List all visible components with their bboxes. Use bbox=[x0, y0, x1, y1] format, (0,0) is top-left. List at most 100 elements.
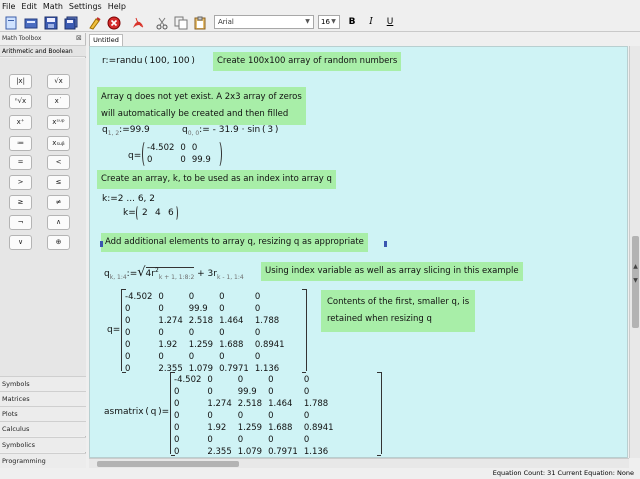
greater-than-button[interactable]: > bbox=[9, 175, 32, 190]
matrix-cell: 0 bbox=[207, 375, 213, 385]
matrix-cell: 0 bbox=[180, 143, 186, 153]
note-contents-line1: Contents of the first, smaller q, is bbox=[327, 297, 470, 307]
menu-help[interactable]: Help bbox=[108, 2, 126, 11]
matrix-cell: 0 bbox=[268, 375, 274, 385]
vertical-scrollbar[interactable]: ▲ ▼ bbox=[629, 46, 640, 458]
section-symbols[interactable]: Symbols bbox=[0, 376, 86, 391]
xor-button[interactable]: ⊕ bbox=[47, 235, 70, 250]
k-definition[interactable]: k:=2 ... 6, 2 bbox=[102, 194, 155, 204]
matrix-cell: 0 bbox=[219, 304, 225, 314]
horizontal-scroll-thumb[interactable] bbox=[97, 461, 239, 467]
stop-icon[interactable] bbox=[106, 15, 122, 30]
conjugate-button[interactable]: x˙ bbox=[47, 94, 70, 109]
matrix-cell: 0 bbox=[147, 155, 153, 165]
superscript-button[interactable]: xˢᵘᵖ bbox=[47, 115, 70, 130]
transpose-button[interactable]: x⁺ bbox=[9, 115, 32, 130]
q00-rhs: := - 31.9 · sin ( 3 ) bbox=[199, 125, 279, 135]
and-button[interactable]: ∧ bbox=[47, 215, 70, 230]
q-big-matrix: -4.502 0 0 0 0 0 0 99.9 0 0 0 1.274 2.518 1.464 1.788 0… bbox=[122, 291, 288, 375]
matrix-cell: 0 bbox=[303, 435, 310, 445]
open-icon[interactable] bbox=[23, 15, 39, 30]
math-toolbox-panel: Math Toolbox ⊠ Arithmetic and Boolean |x… bbox=[0, 33, 86, 469]
matrix-cell: 0 bbox=[125, 352, 131, 362]
not-button[interactable]: ¬ bbox=[9, 215, 32, 230]
nth-root-button[interactable]: ⁿ√x bbox=[9, 94, 32, 109]
assign-button[interactable]: ≔ bbox=[9, 136, 32, 151]
q-resize-expression[interactable]: qk, 1:4:=√4r2k + 1, 1:8:2 + 3rk - 1, 1:4 bbox=[104, 265, 244, 281]
menu-bar: File Edit Math Settings Help bbox=[0, 0, 640, 13]
font-family-select[interactable]: Arial ▼ bbox=[214, 15, 314, 29]
clear-icon[interactable] bbox=[87, 15, 103, 30]
new-document-icon[interactable] bbox=[3, 15, 19, 30]
font-family-value: Arial bbox=[218, 18, 234, 26]
section-matrices[interactable]: Matrices bbox=[0, 391, 86, 406]
less-than-button[interactable]: < bbox=[47, 155, 70, 170]
note-contents-retained[interactable]: Contents of the first, smaller q, is ret… bbox=[321, 290, 476, 332]
cut-icon[interactable] bbox=[154, 15, 170, 30]
note-add-elements[interactable]: Add additional elements to array q, resi… bbox=[101, 233, 368, 252]
matrix-cell: 1.464 bbox=[219, 316, 244, 326]
copy-icon[interactable] bbox=[173, 15, 189, 30]
tab-untitled[interactable]: Untitled bbox=[89, 34, 123, 46]
equals-button[interactable]: = bbox=[9, 155, 32, 170]
horizontal-scrollbar[interactable] bbox=[89, 458, 629, 468]
font-size-select[interactable]: 16 ▼ bbox=[318, 15, 340, 29]
k-value-1: 4 bbox=[155, 208, 161, 218]
matrix-cell: 0.8941 bbox=[254, 340, 285, 350]
note-q-create[interactable]: Array q does not yet exist. A 2x3 array … bbox=[97, 87, 306, 125]
matrix-cell: 0.7971 bbox=[268, 447, 298, 457]
or-button[interactable]: ∨ bbox=[9, 235, 32, 250]
k-value-2: 6 bbox=[168, 208, 174, 218]
menu-file[interactable]: File bbox=[2, 2, 15, 11]
close-icon[interactable]: ⊠ bbox=[76, 34, 82, 42]
q-small-row: -4.502 0 0 bbox=[144, 142, 214, 154]
pdf-export-icon[interactable] bbox=[130, 15, 146, 30]
r-definition[interactable]: r:=randu ( 100, 100 ) bbox=[102, 56, 195, 66]
section-calculus[interactable]: Calculus bbox=[0, 421, 86, 436]
asmatrix-label[interactable]: asmatrix ( q )= bbox=[104, 407, 169, 417]
section-symbolics[interactable]: Symbolics bbox=[0, 437, 86, 452]
section-arithmetic-boolean[interactable]: Arithmetic and Boolean bbox=[0, 45, 86, 57]
section-programming[interactable]: Programming bbox=[0, 453, 86, 468]
note-k-array[interactable]: Create an array, k, to be used as an ind… bbox=[97, 170, 336, 189]
italic-button[interactable]: I bbox=[364, 15, 378, 29]
q-small-label[interactable]: q= bbox=[128, 151, 141, 161]
symbol-palette: |x| √x ⁿ√x x˙ x⁺ xˢᵘᵖ ≔ xₛᵤᵦ = < > ≤ ≥ ≠… bbox=[0, 58, 86, 408]
section-plots[interactable]: Plots bbox=[0, 406, 86, 421]
sqrt-button[interactable]: √x bbox=[47, 74, 70, 89]
underline-button[interactable]: U bbox=[383, 15, 397, 29]
q-big-label[interactable]: q= bbox=[107, 325, 120, 335]
k-result-label[interactable]: k= bbox=[123, 208, 136, 218]
q00-assignment[interactable]: q0, 0:= - 31.9 · sin ( 3 ) bbox=[182, 125, 279, 137]
matrix-cell: 0 bbox=[268, 387, 274, 397]
q-resize-assign: := bbox=[126, 269, 138, 279]
matrix-cell: 2.518 bbox=[188, 316, 214, 326]
matrix-cell: 0 bbox=[174, 399, 180, 409]
scroll-up-icon[interactable]: ▲ bbox=[630, 262, 640, 271]
subscript-button[interactable]: xₛᵤᵦ bbox=[47, 136, 70, 151]
note-index-variable[interactable]: Using index variable as well as array sl… bbox=[261, 262, 523, 281]
menu-edit[interactable]: Edit bbox=[21, 2, 37, 11]
scroll-down-icon[interactable]: ▼ bbox=[630, 276, 640, 285]
not-equal-button[interactable]: ≠ bbox=[47, 195, 70, 210]
note-random-array[interactable]: Create 100x100 array of random numbers bbox=[213, 52, 402, 71]
abs-button[interactable]: |x| bbox=[9, 74, 32, 89]
matrix-cell: 0 bbox=[125, 304, 131, 314]
bold-button[interactable]: B bbox=[345, 15, 359, 29]
selection-handle-left[interactable] bbox=[100, 241, 103, 247]
save-icon[interactable] bbox=[43, 15, 59, 30]
worksheet[interactable]: r:=randu ( 100, 100 ) Create 100x100 arr… bbox=[89, 46, 628, 458]
selection-handle-right[interactable] bbox=[384, 241, 387, 247]
matrix-cell: 0 bbox=[207, 435, 213, 445]
matrix-cell: 0 bbox=[303, 411, 310, 421]
less-equal-button[interactable]: ≤ bbox=[47, 175, 70, 190]
paste-icon[interactable] bbox=[192, 15, 208, 30]
matrix-cell: 1.788 bbox=[254, 316, 280, 326]
matrix-cell: 0 bbox=[219, 352, 225, 362]
menu-settings[interactable]: Settings bbox=[69, 2, 102, 11]
greater-equal-button[interactable]: ≥ bbox=[9, 195, 32, 210]
matrix-cell: -4.502 bbox=[147, 143, 175, 153]
menu-math[interactable]: Math bbox=[43, 2, 63, 11]
save-all-icon[interactable] bbox=[63, 15, 79, 30]
q12-assignment[interactable]: q1, 2:=99.9 bbox=[102, 125, 150, 137]
